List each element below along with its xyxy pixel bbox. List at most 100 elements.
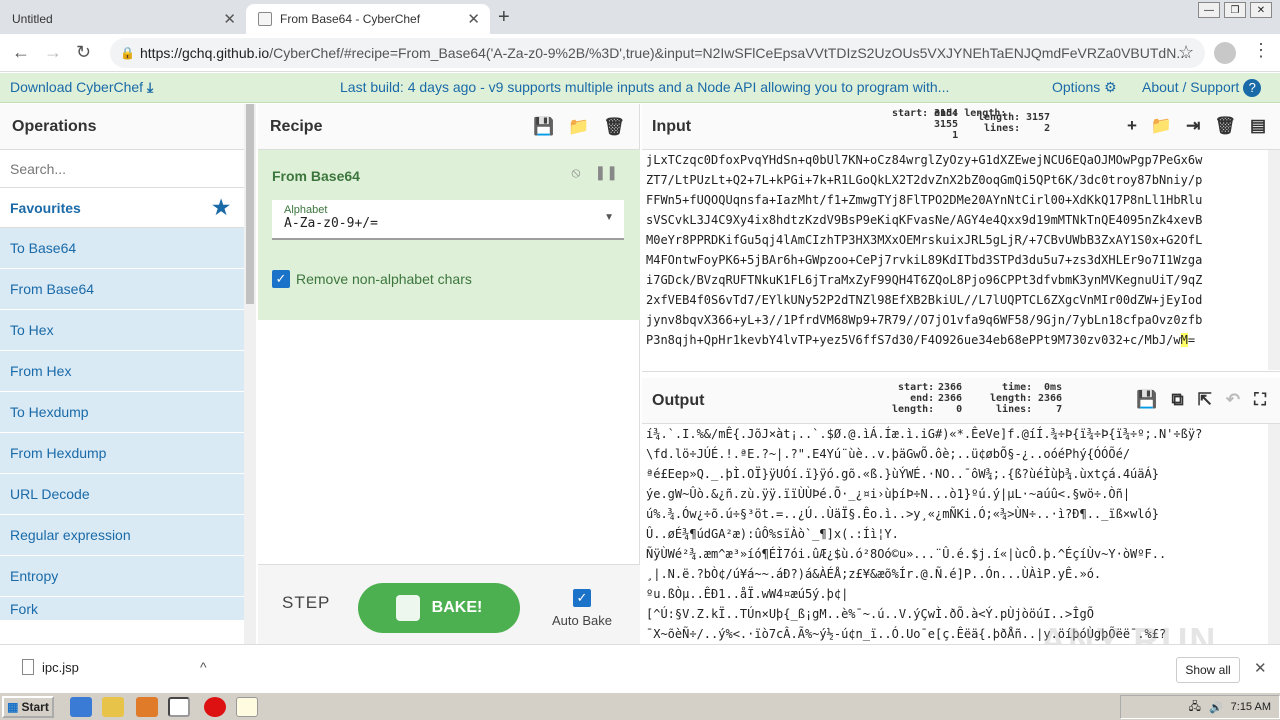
input-line: i7GDck/BVzqRUFTNkuK1FL6jTraMxZyF99QH4T6Z…: [646, 273, 1203, 287]
add-input-icon[interactable]: +: [1127, 116, 1137, 136]
menu-icon[interactable]: ⋮: [1252, 40, 1270, 61]
search-input[interactable]: Search...: [0, 150, 244, 188]
network-icon[interactable]: 🖧: [1189, 698, 1201, 717]
ie-icon[interactable]: [70, 697, 92, 717]
chevron-up-icon[interactable]: ^: [200, 659, 207, 675]
trash-icon[interactable]: 🗑: [1214, 116, 1236, 136]
alphabet-value: A-Za-z0-9+/=: [284, 216, 378, 231]
output-line: ªé£Eep»Q._.þÌ.OÏ}ÿUÓí.ï}ÿó.gõ.«ß.}ùÝWÉ.·…: [646, 467, 1159, 481]
volume-icon[interactable]: 🔊: [1209, 701, 1223, 714]
operation-item[interactable]: Entropy: [0, 556, 244, 597]
operation-item[interactable]: From Base64: [0, 269, 244, 310]
copy-icon[interactable]: ⧉: [1171, 390, 1183, 410]
taskbar: ▦ Start 🖧 🔊 7:15 AM: [0, 692, 1280, 720]
lock-icon: 🔒: [120, 46, 135, 60]
operation-item[interactable]: URL Decode: [0, 474, 244, 515]
operation-item[interactable]: Fork: [0, 597, 244, 621]
folder-icon[interactable]: 📁: [568, 117, 589, 137]
operation-item[interactable]: Regular expression: [0, 515, 244, 556]
back-icon[interactable]: ←: [12, 42, 30, 63]
start-button[interactable]: ▦ Start: [2, 696, 54, 718]
remove-non-alphabet-checkbox[interactable]: ✓ Remove non-alphabet chars: [272, 270, 472, 288]
media-player-icon[interactable]: [136, 697, 158, 717]
cursor-highlight: M: [1180, 333, 1188, 347]
operation-item[interactable]: To Hexdump: [0, 392, 244, 433]
operation-item[interactable]: From Hexdump: [0, 433, 244, 474]
build-info-link[interactable]: Last build: 4 days ago - v9 supports mul…: [340, 79, 949, 95]
download-cyberchef-link[interactable]: Download CyberChef ⤓: [10, 79, 153, 96]
layout-icon[interactable]: ▤: [1250, 116, 1266, 136]
output-scrollbar[interactable]: [1268, 424, 1280, 644]
minimize-icon[interactable]: —: [1198, 2, 1220, 18]
explorer-icon[interactable]: [102, 697, 124, 717]
auto-bake-checkbox[interactable]: ✓ Auto Bake: [552, 589, 612, 628]
operation-item[interactable]: From Hex: [0, 351, 244, 392]
close-icon[interactable]: ✕: [467, 10, 480, 28]
output-line: ÑÿÙWé²¾.æm^æ³»íó¶ÉÌ7ói.ûÆ¿$ù.ó²8Oó©u»...…: [646, 547, 1167, 561]
output-header: Output start: end: length: 2366 2366 0 t…: [642, 378, 1280, 424]
favourites-header[interactable]: Favourites ★: [0, 188, 244, 228]
bake-button[interactable]: BAKE!: [358, 583, 520, 633]
replace-input-icon[interactable]: ⇱: [1198, 390, 1212, 410]
operation-item[interactable]: To Hex: [0, 310, 244, 351]
download-icon: ⤓: [146, 79, 154, 95]
bookmark-star-icon[interactable]: ☆: [1178, 42, 1194, 63]
step-button[interactable]: STEP: [282, 593, 330, 613]
about-support-link[interactable]: About / Support ?: [1142, 79, 1262, 97]
output-line: ¸|.N.ë.?bÒ¢/ú¥á~~.áÐ?)á&ÀÉÅ;z£¥&æõ%Ír.@.…: [646, 567, 1102, 581]
options-link[interactable]: Options ⚙: [1052, 79, 1117, 96]
bake-label: BAKE!: [431, 599, 483, 616]
output-stats-labels: start: end: length:: [892, 382, 935, 415]
output-panel: Output start: end: length: 2366 2366 0 t…: [642, 378, 1280, 644]
close-window-icon[interactable]: ✕: [1250, 2, 1272, 18]
input-textarea[interactable]: jLxTCzqc0DfoxPvqYHdSn+q0bUl7KN+oCz84wrgl…: [646, 150, 1264, 370]
page-icon: [258, 12, 272, 26]
open-file-icon[interactable]: ⇥: [1186, 116, 1200, 136]
pause-icon[interactable]: ❚❚: [595, 164, 618, 181]
url-input[interactable]: 🔒 https://gchq.github.io/CyberChef/#reci…: [110, 38, 1205, 68]
output-stats-values: 2366 2366 0: [938, 382, 963, 415]
output-text[interactable]: í¾.`.I.%&/mÊ{.JõJ×àt¡..`.$Ø.@.ìÁ.Íæ.ì.iG…: [646, 424, 1264, 644]
tab-cyberchef[interactable]: From Base64 - CyberChef ✕: [246, 4, 490, 34]
alphabet-select[interactable]: Alphabet A-Za-z0-9+/= ▼: [272, 200, 624, 240]
close-icon[interactable]: ✕: [223, 10, 236, 28]
save-icon[interactable]: 💾: [533, 117, 554, 137]
opera-icon[interactable]: [204, 697, 226, 717]
new-tab-icon[interactable]: +: [498, 6, 510, 29]
output-title: Output: [652, 391, 705, 409]
operations-scrollbar[interactable]: [244, 104, 256, 644]
forward-icon[interactable]: →: [44, 42, 62, 63]
reload-icon[interactable]: ↻: [76, 42, 91, 63]
input-stats2-values: 3157 2: [1026, 112, 1051, 134]
maximize-icon[interactable]: ⛶: [1254, 390, 1266, 410]
restore-icon[interactable]: ❐: [1224, 2, 1246, 18]
auto-bake-label: Auto Bake: [552, 613, 612, 628]
avatar[interactable]: [1214, 42, 1236, 64]
tab-strip: Untitled ✕ From Base64 - CyberChef ✕ + —…: [0, 0, 1280, 34]
notepad-icon[interactable]: [236, 697, 258, 717]
undo-icon[interactable]: ↶: [1226, 390, 1240, 410]
close-icon[interactable]: ✕: [1254, 659, 1267, 677]
tab-untitled[interactable]: Untitled ✕: [0, 4, 246, 34]
input-line: M0eYr8PPRDKifGu5qj4lAmCIzhTP3HX3MXxOEMrs…: [646, 233, 1203, 247]
star-icon: ★: [212, 197, 230, 219]
banner: Download CyberChef ⤓ Last build: 4 days …: [0, 73, 1280, 103]
clock: 7:15 AM: [1230, 701, 1271, 713]
input-header: Input start: end: length: 3154 3155 1 le…: [642, 104, 1280, 150]
open-folder-icon[interactable]: 📁: [1151, 116, 1172, 136]
windows-logo-icon: ▦: [7, 700, 19, 714]
address-bar: ← → ↻ 🔒 https://gchq.github.io/CyberChef…: [0, 34, 1280, 72]
input-scrollbar[interactable]: [1268, 150, 1280, 370]
trash-icon[interactable]: 🗑: [603, 117, 625, 137]
save-icon[interactable]: 💾: [1136, 390, 1157, 410]
show-all-button[interactable]: Show all: [1176, 657, 1240, 683]
file-icon: [22, 659, 34, 675]
operations-panel: Operations Search... Favourites ★ To Bas…: [0, 104, 256, 644]
input-line: jynv8bqvX366+yL+3//1PfrdVM68Wp9+7R79//O7…: [646, 313, 1203, 327]
download-item[interactable]: ipc.jsp: [22, 659, 79, 675]
chrome-icon[interactable]: [168, 697, 190, 717]
operation-item[interactable]: To Base64: [0, 228, 244, 269]
disable-icon[interactable]: ⦸: [571, 164, 580, 181]
recipe-panel: Recipe 💾 📁 🗑 From Base64 ⦸ ❚❚ Alphabet A…: [258, 104, 640, 644]
input-panel: Input start: end: length: 3154 3155 1 le…: [642, 104, 1280, 372]
